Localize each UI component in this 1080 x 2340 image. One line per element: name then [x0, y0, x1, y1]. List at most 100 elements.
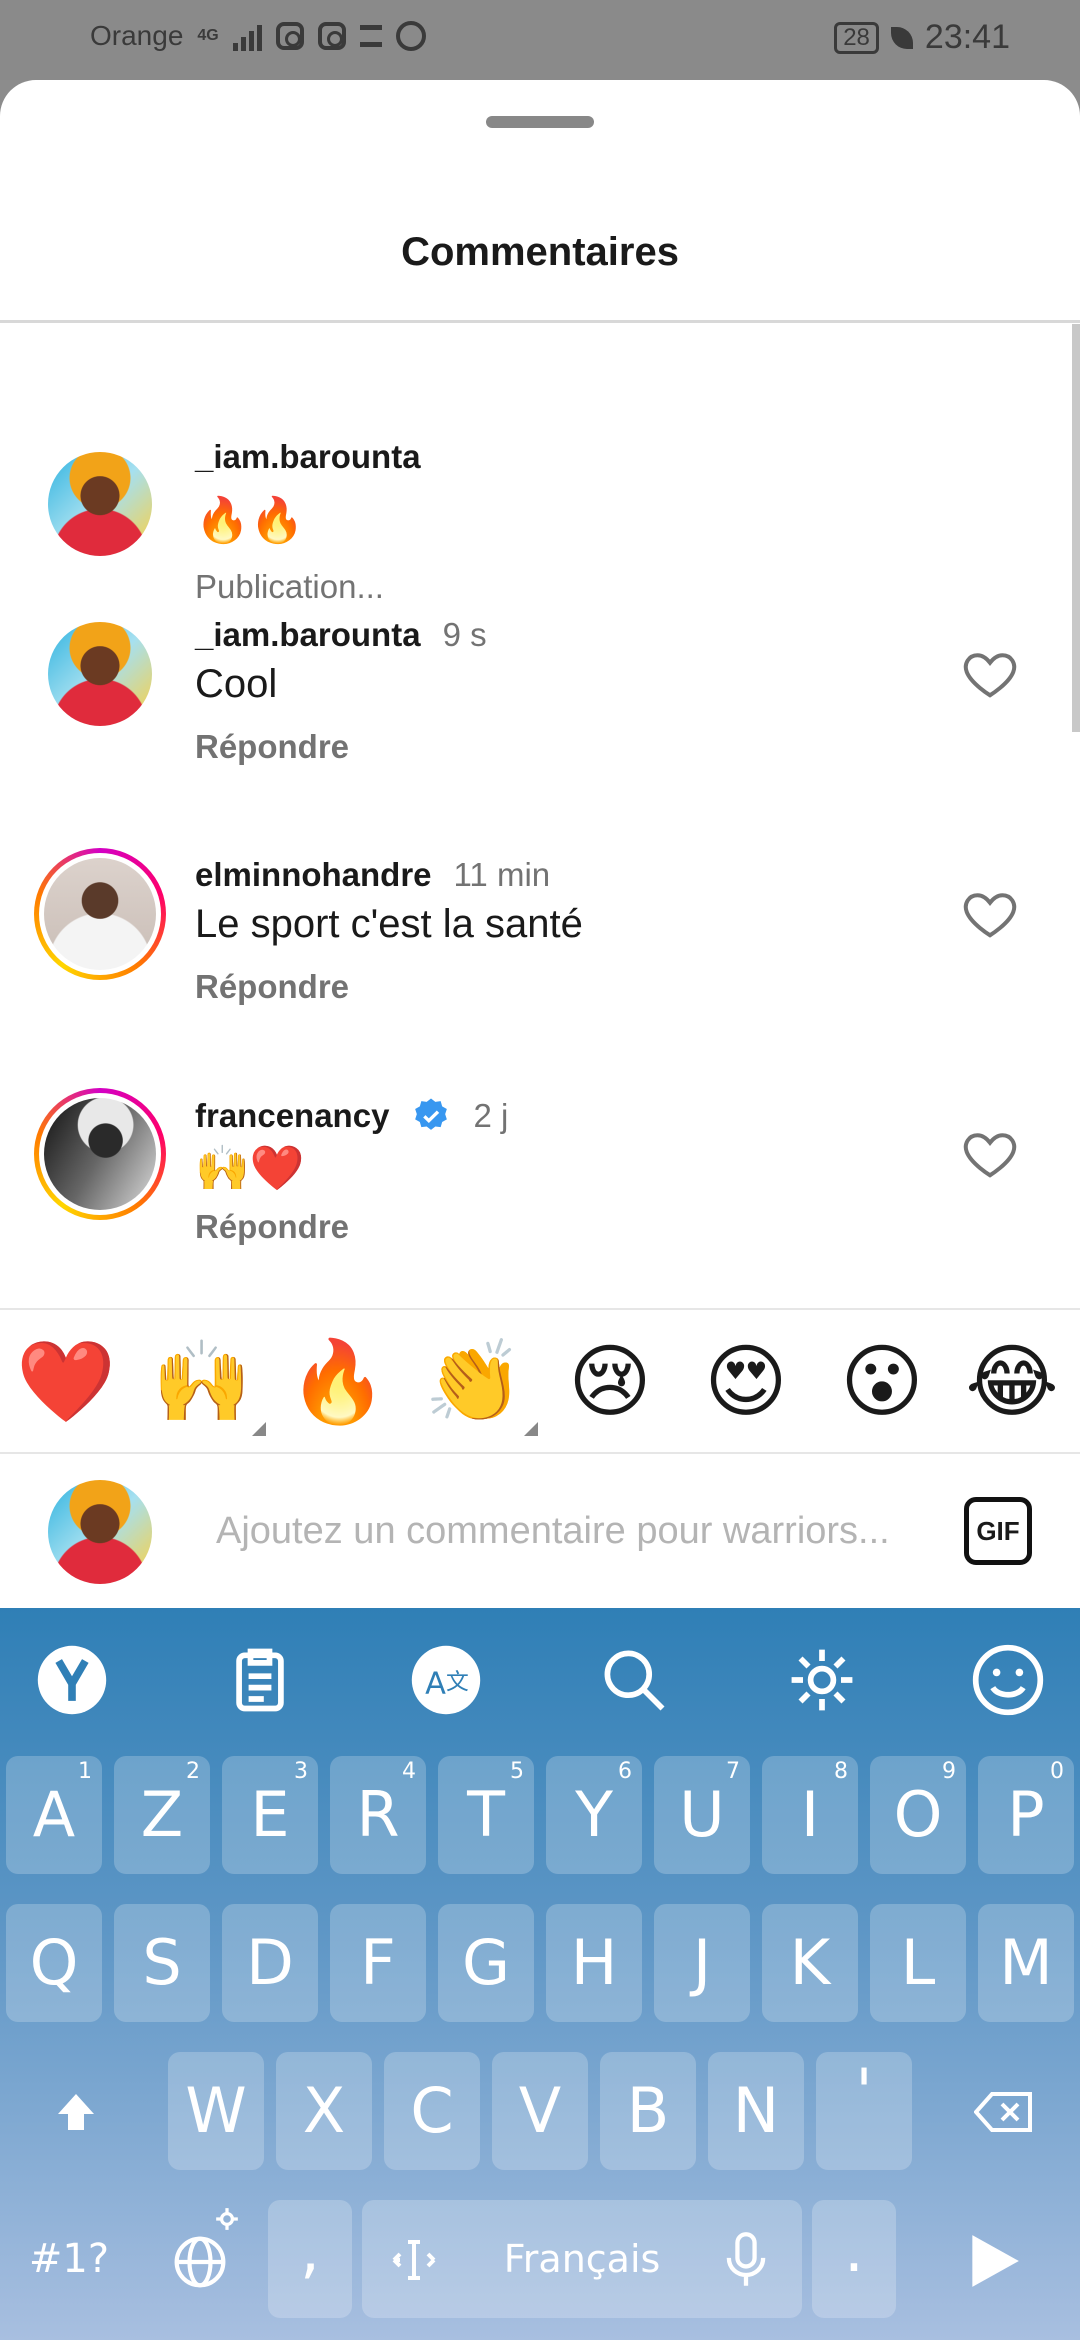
key-n[interactable]: N	[708, 2052, 804, 2170]
key-label: E	[250, 1778, 290, 1851]
key-a[interactable]: A1	[6, 1756, 102, 1874]
send-key[interactable]	[928, 2200, 1058, 2318]
reaction-heart[interactable]: ❤️	[10, 1326, 122, 1438]
username[interactable]: _iam.barounta	[195, 616, 421, 654]
period-key[interactable]: .	[812, 2200, 896, 2318]
heart-icon[interactable]	[960, 884, 1020, 944]
settings-small-icon	[216, 2208, 238, 2230]
heart-icon[interactable]	[960, 1124, 1020, 1184]
key-g[interactable]: G	[438, 1904, 534, 2022]
reaction-crying[interactable]: 😢	[554, 1326, 666, 1438]
key-o[interactable]: O9	[870, 1756, 966, 1874]
translate-icon[interactable]: A文	[408, 1642, 484, 1718]
cursor-move-icon	[392, 2240, 436, 2280]
username[interactable]: elminnohandre	[195, 856, 432, 894]
reaction-glyph: 👏	[424, 1337, 524, 1426]
clock: 23:41	[924, 18, 1010, 56]
space-bar[interactable]: Français	[362, 2200, 802, 2318]
avatar[interactable]	[48, 622, 152, 726]
quick-reaction-bar: ❤️ 🙌 🔥 👏 😢 😍 😮 😂	[0, 1308, 1080, 1454]
key-label: T	[467, 1778, 505, 1851]
caption-text: 🔥🔥	[195, 496, 305, 545]
comment-input[interactable]	[216, 1454, 916, 1608]
username[interactable]: _iam.barounta	[195, 438, 421, 476]
key-i[interactable]: I8	[762, 1756, 858, 1874]
key-w[interactable]: W	[168, 2052, 264, 2170]
key-hint: 4	[402, 1759, 416, 1784]
reaction-heart-eyes[interactable]: 😍	[690, 1326, 802, 1438]
key-p[interactable]: P0	[978, 1756, 1074, 1874]
reply-button[interactable]: Répondre	[195, 968, 349, 1006]
comments-sheet: Commentaires _iam.barounta 🔥🔥 Publicatio…	[0, 80, 1080, 1608]
my-avatar	[48, 1480, 152, 1584]
avatar	[44, 1098, 156, 1210]
key-hint: 8	[834, 1759, 848, 1784]
key-hint: 6	[618, 1759, 632, 1784]
reaction-laughing[interactable]: 😂	[956, 1326, 1068, 1438]
key-k[interactable]: K	[762, 1904, 858, 2022]
comma-key[interactable]: ,	[268, 2200, 352, 2318]
carrier-name: Orange	[90, 20, 184, 51]
signal-icon	[232, 21, 262, 51]
smiley-icon[interactable]	[970, 1642, 1046, 1718]
reaction-clap[interactable]: 👏	[418, 1326, 538, 1438]
key-hint: 9	[942, 1759, 956, 1784]
username[interactable]: francenancy	[195, 1097, 389, 1135]
key-c[interactable]: C	[384, 2052, 480, 2170]
reaction-surprised[interactable]: 😮	[826, 1326, 938, 1438]
key-apostrophe[interactable]: '	[816, 2052, 912, 2170]
reaction-fire[interactable]: 🔥	[282, 1326, 394, 1438]
backspace-key[interactable]	[934, 2052, 1074, 2170]
verified-badge-icon	[415, 1098, 448, 1130]
comment-header: _iam.barounta 9 s	[195, 616, 487, 654]
post-caption: _iam.barounta 🔥🔥 Publication...	[0, 330, 1080, 605]
reply-button[interactable]: Répondre	[195, 728, 349, 766]
key-q[interactable]: Q	[6, 1904, 102, 2022]
key-e[interactable]: E3	[222, 1756, 318, 1874]
key-f[interactable]: F	[330, 1904, 426, 2022]
reaction-raised-hands[interactable]: 🙌	[146, 1326, 266, 1438]
key-hint: 2	[186, 1759, 200, 1784]
heart-icon[interactable]	[960, 644, 1020, 704]
comment-text: 🙌❤️	[195, 1144, 305, 1193]
drag-handle[interactable]	[486, 116, 594, 128]
avatar[interactable]	[48, 452, 152, 556]
search-icon[interactable]	[596, 1642, 672, 1718]
key-h[interactable]: H	[546, 1904, 642, 2022]
key-l[interactable]: L	[870, 1904, 966, 2022]
symbols-key[interactable]: #1?	[6, 2200, 132, 2318]
clipboard-icon[interactable]	[222, 1642, 298, 1718]
key-m[interactable]: M	[978, 1904, 1074, 2022]
comment-item: francenancy 2 j 🙌❤️ Répondre	[0, 1088, 1080, 1320]
key-z[interactable]: Z2	[114, 1756, 210, 1874]
key-y[interactable]: Y6	[546, 1756, 642, 1874]
shift-key[interactable]	[6, 2052, 146, 2170]
gear-icon[interactable]	[784, 1642, 860, 1718]
key-d[interactable]: D	[222, 1904, 318, 2022]
gif-button[interactable]: GIF	[964, 1497, 1032, 1565]
comment-text: Le sport c'est la santé	[195, 902, 583, 946]
key-v[interactable]: V	[492, 2052, 588, 2170]
key-u[interactable]: U7	[654, 1756, 750, 1874]
yandex-icon[interactable]	[34, 1642, 110, 1718]
avatar-story-ring[interactable]	[34, 1088, 166, 1220]
key-s[interactable]: S	[114, 1904, 210, 2022]
battery-saver-icon	[890, 26, 913, 49]
key-b[interactable]: B	[600, 2052, 696, 2170]
comment-header: francenancy 2 j	[195, 1096, 508, 1136]
keyboard-toolbar: A文	[0, 1608, 1080, 1752]
key-label: P	[1007, 1778, 1045, 1851]
key-hint: 5	[510, 1759, 524, 1784]
key-x[interactable]: X	[276, 2052, 372, 2170]
skin-tone-indicator	[252, 1422, 266, 1436]
key-r[interactable]: R4	[330, 1756, 426, 1874]
key-j[interactable]: J	[654, 1904, 750, 2022]
caption-username[interactable]: _iam.barounta	[195, 438, 421, 476]
key-t[interactable]: T5	[438, 1756, 534, 1874]
avatar-story-ring[interactable]	[34, 848, 166, 980]
key-hint: 7	[726, 1759, 740, 1784]
reply-button[interactable]: Répondre	[195, 1208, 349, 1246]
globe-icon	[174, 2236, 226, 2288]
key-label: Y	[575, 1778, 613, 1851]
language-key[interactable]	[142, 2200, 260, 2318]
